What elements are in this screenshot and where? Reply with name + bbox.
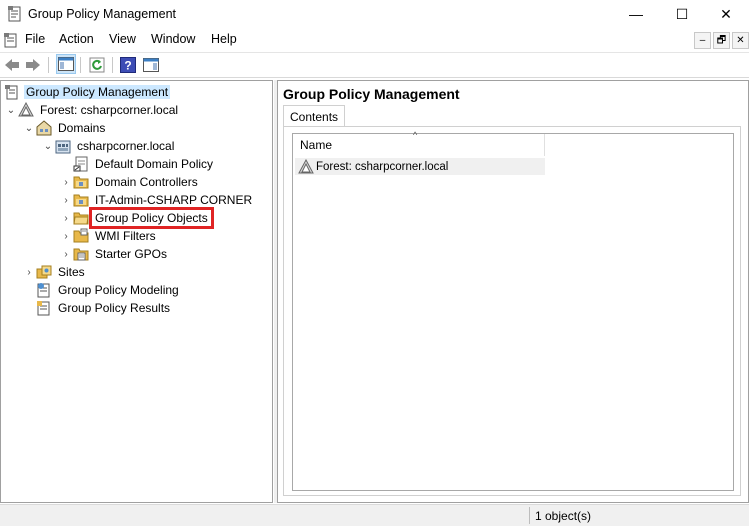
gpm-icon [4,84,20,100]
chevron-down-icon[interactable]: ⌄ [4,101,18,119]
tree-node-label: Domains [58,121,106,135]
console-tree: Group Policy Management ⌄ Forest: csharp… [0,80,273,503]
tree-node-group-policy-modeling[interactable]: Group Policy Modeling [22,281,181,299]
tree-node-default-domain-policy[interactable]: Default Domain Policy [73,155,215,173]
forest-icon [18,102,34,118]
tab-content: ^ Name Forest: csharpcorner.local [283,126,741,496]
menu-action[interactable]: Action [59,32,94,46]
show-action-pane-icon[interactable] [142,56,160,74]
tree-node-label: Domain Controllers [95,175,198,189]
chevron-right-icon[interactable]: › [59,173,73,191]
back-icon[interactable] [3,56,21,74]
ou-folder-icon [73,174,89,190]
tree-node-label: Group Policy Management [24,85,171,99]
tree-node-starter-gpos[interactable]: › Starter GPOs [59,245,169,263]
show-hide-console-tree-icon[interactable] [56,54,76,74]
window-title: Group Policy Management [28,7,176,21]
mdi-restore-button[interactable]: 🗗 [713,32,730,49]
gpm-app-icon [8,6,22,22]
chevron-right-icon[interactable]: › [22,263,36,281]
tree-node-domain-controllers[interactable]: › Domain Controllers [59,173,200,191]
refresh-icon[interactable] [88,56,106,74]
menu-help[interactable]: Help [211,32,237,46]
domains-icon [36,120,52,136]
status-separator [529,507,530,524]
chevron-right-icon[interactable]: › [59,191,73,209]
tree-node-it-admin-csharp-corner[interactable]: › IT-Admin-CSHARP CORNER [59,191,254,209]
gpo-link-icon [73,156,89,172]
tree-node-domains[interactable]: ⌄ Domains [22,119,107,137]
list-item[interactable]: Forest: csharpcorner.local [295,158,545,175]
title-bar: Group Policy Management — ☐ ✕ [0,0,749,28]
gpo-folder-icon [73,210,89,226]
column-header-label: Name [300,138,333,152]
tree-node-label: Group Policy Results [58,301,171,315]
toolbar: ? [0,53,749,78]
toolbar-separator [80,57,81,73]
tree-node-label: Sites [58,265,85,279]
tree-node-group-policy-management[interactable]: Group Policy Management [4,83,171,101]
tree-node-forest[interactable]: ⌄ Forest: csharpcorner.local [4,101,180,119]
column-header-name[interactable]: ^ Name [293,130,545,156]
chevron-right-icon[interactable]: › [59,245,73,263]
starter-gpo-folder-icon [73,246,89,262]
status-bar: 1 object(s) [0,504,749,526]
close-button[interactable]: ✕ [703,0,749,28]
menu-view[interactable]: View [109,32,136,46]
details-pane: Group Policy Management Contents ^ Name … [277,80,749,503]
pane-title: Group Policy Management [283,86,460,102]
domain-icon [55,138,71,154]
ou-folder-icon [73,192,89,208]
tree-node-group-policy-objects[interactable]: › Group Policy Objects [59,207,214,229]
minimize-button[interactable]: — [613,0,659,28]
toolbar-separator [112,57,113,73]
toolbar-separator [48,57,49,73]
tree-node-domain-csharpcorner[interactable]: ⌄ csharpcorner.local [41,137,176,155]
tree-node-label: csharpcorner.local [77,139,175,153]
svg-text:?: ? [124,59,131,73]
tree-node-label: Default Domain Policy [95,157,214,171]
status-object-count: 1 object(s) [535,509,592,523]
tab-contents[interactable]: Contents [283,105,346,127]
modeling-icon [36,282,52,298]
wmi-folder-icon [73,228,89,244]
tree-node-label: IT-Admin-CSHARP CORNER [95,193,253,207]
tree-node-label: Group Policy Objects [89,207,214,229]
tree-node-group-policy-results[interactable]: Group Policy Results [22,299,172,317]
tree-node-label: WMI Filters [95,229,156,243]
chevron-right-icon[interactable]: › [59,209,73,227]
forest-icon [298,158,314,175]
help-icon[interactable]: ? [119,56,137,74]
tree-node-wmi-filters[interactable]: › WMI Filters [59,227,158,245]
console-icon[interactable] [3,32,19,48]
mdi-minimize-button[interactable]: – [694,32,711,49]
menu-bar: File Action View Window Help – 🗗 ✕ [0,28,749,53]
forward-icon[interactable] [24,56,42,74]
mdi-close-button[interactable]: ✕ [732,32,749,49]
chevron-down-icon[interactable]: ⌄ [22,119,36,137]
tree-node-label: Forest: csharpcorner.local [40,103,179,117]
sites-icon [36,264,52,280]
list-item-name: Forest: csharpcorner.local [316,160,449,173]
tree-node-label: Starter GPOs [95,247,168,261]
menu-file[interactable]: File [25,32,45,46]
sort-ascending-icon: ^ [413,130,418,140]
contents-list: ^ Name Forest: csharpcorner.local [292,130,734,491]
menu-window[interactable]: Window [151,32,195,46]
chevron-right-icon[interactable]: › [59,227,73,245]
tree-node-label: Group Policy Modeling [58,283,179,297]
maximize-button[interactable]: ☐ [659,0,705,28]
results-icon [36,300,52,316]
chevron-down-icon[interactable]: ⌄ [41,137,55,155]
tree-node-sites[interactable]: › Sites [22,263,87,281]
